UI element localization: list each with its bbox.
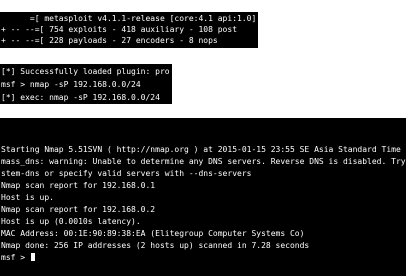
msf-command-line: msf > nmap -sP 192.168.0.0/24 xyxy=(0,79,172,90)
nmap-start-line: Starting Nmap 5.51SVN ( http://nmap.org … xyxy=(0,144,406,155)
banner-line-payloads: + -- --=[ 228 payloads - 27 encoders - 8… xyxy=(0,35,258,46)
final-prompt: msf > xyxy=(1,253,30,262)
scan-report-2: Nmap scan report for 192.168.0.2 xyxy=(0,204,406,215)
text-cursor xyxy=(30,253,35,261)
mac-address-line: MAC Address: 00:1E:90:89:38:EA (Elitegro… xyxy=(0,228,406,239)
scan-report-1: Nmap scan report for 192.168.0.1 xyxy=(0,180,406,191)
exec-message: [*] exec: nmap -sP 192.168.0.0/24 xyxy=(0,92,172,103)
banner-line-exploits: + -- --=[ 754 exploits - 418 auxiliary -… xyxy=(0,24,258,35)
terminal-window[interactable]: =[ metasploit v4.1.1-release [core:4.1 a… xyxy=(0,0,406,276)
dns-warning-line-cont: stem-dns or specify valid servers with -… xyxy=(0,168,406,179)
nmap-done-line: Nmap done: 256 IP addresses (2 hosts up)… xyxy=(0,240,406,251)
plugin-loaded-message: [*] Successfully loaded plugin: pro xyxy=(0,66,172,77)
banner-line-version: =[ metasploit v4.1.1-release [core:4.1 a… xyxy=(0,13,258,24)
dns-warning-line: mass_dns: warning: Unable to determine a… xyxy=(0,156,406,167)
host-up-2: Host is up (0.0010s latency). xyxy=(0,216,406,227)
final-prompt-line[interactable]: msf > xyxy=(0,252,406,263)
host-up-1: Host is up. xyxy=(0,192,406,203)
